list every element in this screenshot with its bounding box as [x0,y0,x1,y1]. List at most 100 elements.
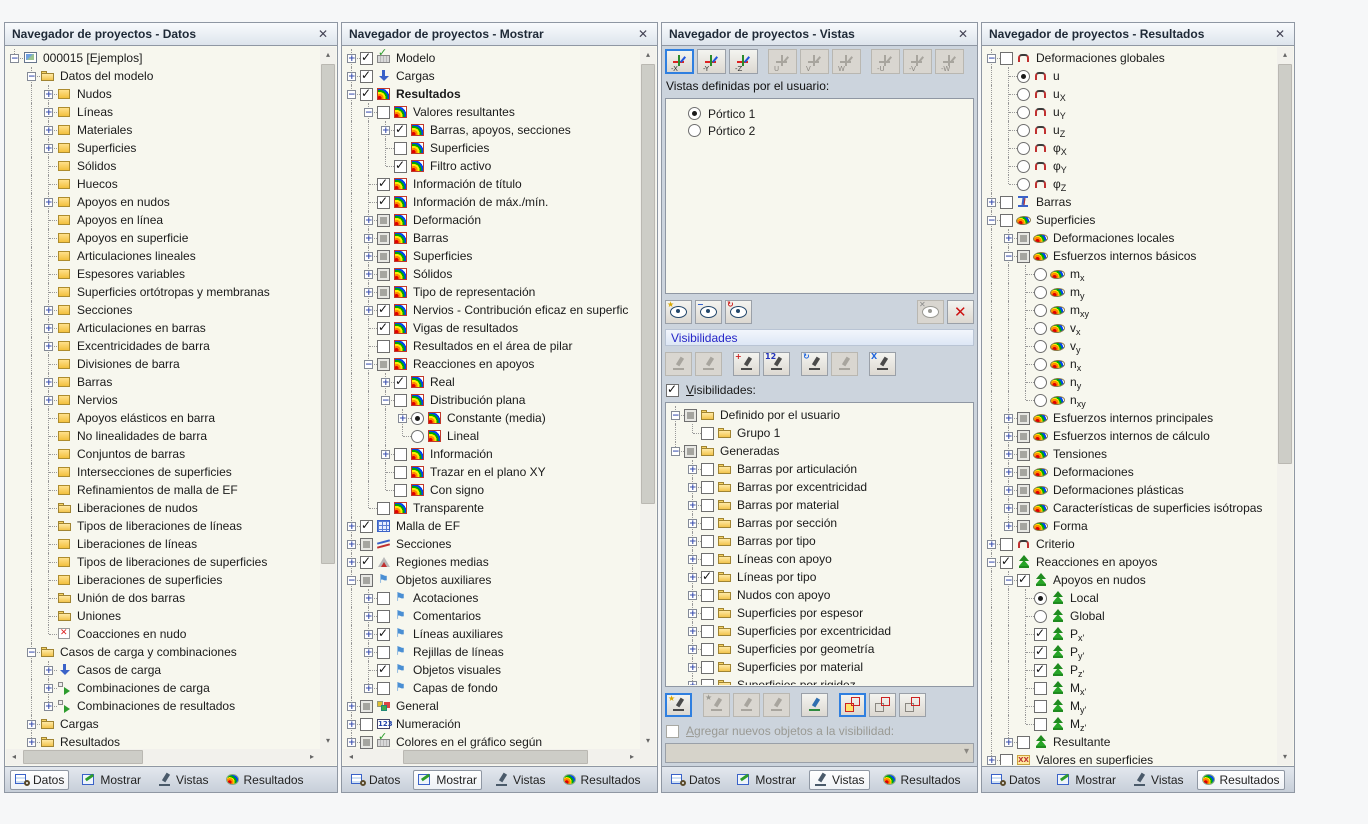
union-button[interactable] [869,692,896,717]
tab-datos[interactable]: Datos [667,771,724,789]
checkbox[interactable] [377,321,390,335]
expander-icon[interactable]: + [27,738,36,748]
expander-icon[interactable]: − [1004,576,1013,586]
tree-item[interactable]: + Capas de fondo [343,679,640,697]
tree-item[interactable]: + Combinaciones de resultados [6,697,320,715]
tree-item[interactable]: + Barras, apoyos, secciones [343,121,640,139]
tree-item[interactable]: Resultados en el área de pilar [343,337,640,355]
expander-icon[interactable]: + [688,483,697,493]
tree-item[interactable]: − Valores resultantes [343,103,640,121]
checkbox[interactable] [701,606,714,620]
expander-icon[interactable]: + [987,540,996,550]
expander-icon[interactable]: + [688,519,697,529]
tree-item[interactable]: φX [983,139,1277,157]
tree-item[interactable]: − Esfuerzos internos básicos [983,247,1277,265]
tree-item[interactable]: Superficies [343,139,640,157]
expander-icon[interactable]: + [688,555,697,565]
tree-item[interactable]: + Excentricidades de barra [6,337,320,355]
checkbox[interactable] [394,393,407,407]
checkbox[interactable] [377,213,390,227]
tree-item[interactable]: + Barras por tipo [667,532,972,550]
vertical-scrollbar[interactable]: ▴ ▾ [640,47,656,749]
expander-icon[interactable]: + [347,558,356,568]
expander-icon[interactable]: + [364,216,373,226]
tree-item[interactable]: + Barras por sección [667,514,972,532]
expander-icon[interactable]: − [987,54,996,64]
radio-button[interactable] [688,107,701,120]
tree-item[interactable]: Refinamientos de malla de EF [6,481,320,499]
tree-item[interactable]: + Forma [983,517,1277,535]
radio-button[interactable] [1034,357,1047,371]
tree-item[interactable]: Mx' [983,679,1277,697]
tree-item[interactable]: + Superficies por material [667,658,972,676]
checkbox[interactable] [1017,411,1030,425]
tree-item[interactable]: + Deformación [343,211,640,229]
tab-mostrar[interactable]: Mostrar [413,769,483,790]
checkbox[interactable] [1017,447,1030,461]
delete-user-view-button[interactable]: ✕ [947,299,974,324]
checkbox[interactable] [394,123,407,137]
tree-item[interactable]: + Esfuerzos internos de cálculo [983,427,1277,445]
tab-vistas[interactable]: Vistas [809,769,870,790]
tree-item[interactable]: + Secciones [343,535,640,553]
radio-button[interactable] [1017,123,1030,137]
tree-item[interactable]: − Datos del modelo [6,67,320,85]
tree-item[interactable]: + Deformaciones locales [983,229,1277,247]
tree-item[interactable]: + Nervios [6,391,320,409]
expander-icon[interactable]: + [1004,234,1013,244]
tree-item[interactable]: vy [983,337,1277,355]
checkbox[interactable] [701,678,714,685]
tab-resultados[interactable]: Resultados [1196,769,1285,790]
checkbox[interactable] [1000,555,1013,569]
tree-item[interactable]: + Líneas auxiliares [343,625,640,643]
radio-button[interactable] [411,429,424,443]
scroll-left-arrow-icon[interactable]: ◂ [6,749,22,765]
checkbox[interactable] [701,498,714,512]
expander-icon[interactable]: + [1004,432,1013,442]
tree-item[interactable]: Conjuntos de barras [6,445,320,463]
tree-item[interactable]: + Deformaciones [983,463,1277,481]
expander-icon[interactable]: + [27,720,36,730]
checkbox[interactable] [360,69,373,83]
visibility-mode-gray-button[interactable] [831,351,858,376]
radio-button[interactable] [1034,267,1047,281]
radio-button[interactable] [1017,69,1030,83]
tree-item[interactable]: φY [983,157,1277,175]
tree-item[interactable]: Liberaciones de líneas [6,535,320,553]
tree-item[interactable]: + Valores en superficies [983,751,1277,765]
expander-icon[interactable]: + [364,684,373,694]
checkbox[interactable] [377,627,390,641]
scroll-up-arrow-icon[interactable]: ▴ [640,47,656,63]
expander-icon[interactable]: + [688,609,697,619]
expander-icon[interactable]: + [1004,414,1013,424]
checkbox[interactable] [1034,699,1047,713]
view-v-button[interactable]: V [800,49,829,74]
tree-item[interactable]: − Casos de carga y combinaciones [6,643,320,661]
tree-item[interactable]: + Deformaciones plásticas [983,481,1277,499]
checkbox[interactable] [1000,753,1013,765]
expander-icon[interactable]: + [688,537,697,547]
expander-icon[interactable]: + [1004,738,1013,748]
color-visibility-button[interactable] [801,692,828,717]
visibility-mode-select-button[interactable] [665,351,692,376]
tree-item[interactable]: + Líneas con apoyo [667,550,972,568]
expander-icon[interactable]: + [44,396,53,406]
expander-icon[interactable]: − [671,411,680,421]
tree-item[interactable]: − Apoyos en nudos [983,571,1277,589]
tree-item[interactable]: Local [983,589,1277,607]
radio-button[interactable] [1034,609,1047,623]
tree-item[interactable]: Apoyos elásticos en barra [6,409,320,427]
radio-button[interactable] [1034,321,1047,335]
expander-icon[interactable]: + [347,738,356,748]
tree-item[interactable]: Divisiones de barra [6,355,320,373]
checkbox[interactable] [394,483,407,497]
tree-item[interactable]: Huecos [6,175,320,193]
tree-item[interactable]: Uniones [6,607,320,625]
checkbox[interactable] [701,624,714,638]
new-visibility-button[interactable]: ★ [665,692,692,717]
radio-button[interactable] [1034,339,1047,353]
tab-mostrar[interactable]: Mostrar [733,771,800,789]
checkbox[interactable] [360,555,373,569]
expander-icon[interactable]: + [44,306,53,316]
view-w-button[interactable]: W [832,49,861,74]
